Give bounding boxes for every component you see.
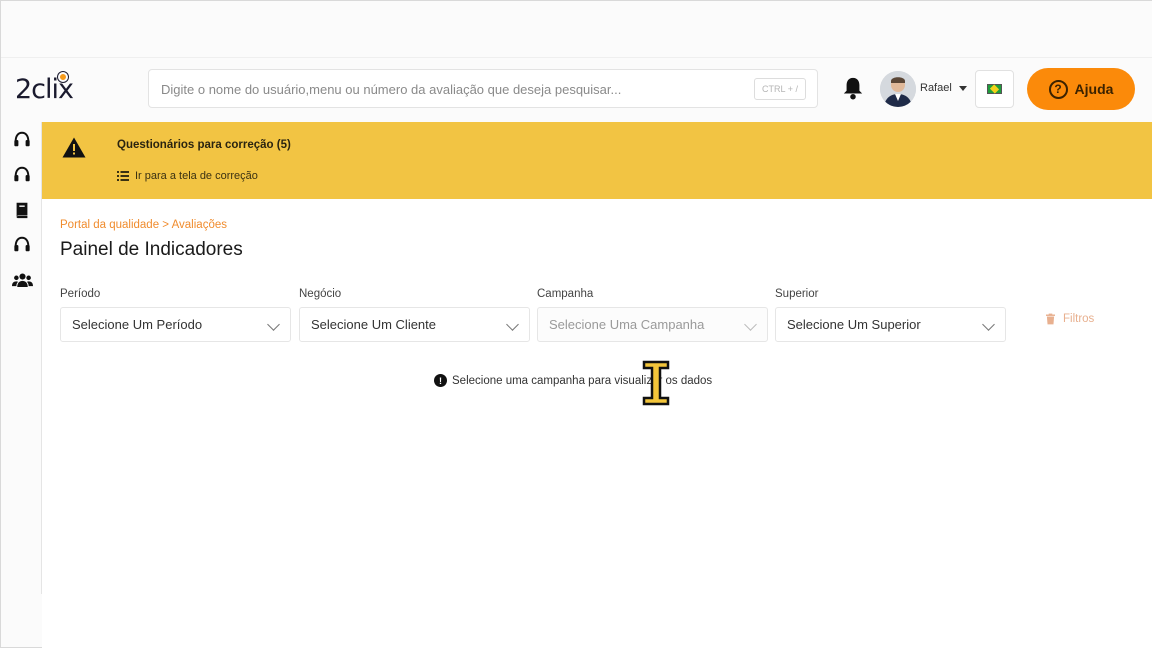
period-select[interactable]: Selecione Um Período	[60, 307, 291, 342]
sidebar-item-headset-icon[interactable]	[13, 236, 31, 254]
sidebar-item-headset-icon[interactable]	[13, 166, 31, 184]
list-icon	[117, 171, 129, 181]
top-strip	[1, 1, 1152, 58]
filters-label: Filtros	[1063, 313, 1095, 325]
campaign-select-value: Selecione Uma Campanha	[549, 317, 705, 332]
alert-link-label: Ir para a tela de correção	[135, 170, 258, 182]
avatar[interactable]	[880, 71, 916, 107]
filter-campaign-label: Campanha	[537, 288, 594, 300]
app-window: 2clix CTRL + / Rafael ?	[0, 0, 1152, 648]
language-selector[interactable]	[975, 70, 1014, 108]
alert-title: Questionários para correção (5)	[117, 139, 291, 151]
brazil-flag-icon	[987, 84, 1002, 94]
filter-superior: Superior Selecione Um Superior	[775, 288, 1006, 342]
filter-superior-label: Superior	[775, 288, 819, 300]
superior-select-value: Selecione Um Superior	[787, 317, 921, 332]
business-select[interactable]: Selecione Um Cliente	[299, 307, 530, 342]
trash-icon	[1046, 313, 1055, 325]
chevron-down-icon	[744, 318, 757, 331]
sidebar-item-headset-icon[interactable]	[13, 131, 31, 149]
period-select-value: Selecione Um Período	[72, 317, 203, 332]
notice-text: Selecione uma campanha para visualizar o…	[452, 374, 713, 387]
exclamation-icon: !	[434, 374, 447, 387]
text-cursor-icon	[642, 360, 670, 406]
filter-campaign: Campanha Selecione Uma Campanha	[537, 288, 768, 342]
superior-select[interactable]: Selecione Um Superior	[775, 307, 1006, 342]
sidebar-item-book-icon[interactable]	[13, 201, 31, 219]
campaign-select: Selecione Uma Campanha	[537, 307, 768, 342]
main-content: Portal da qualidade > Avaliações Painel …	[42, 199, 1152, 648]
question-icon: ?	[1048, 79, 1068, 99]
help-label: Ajuda	[1074, 81, 1114, 97]
sidebar	[1, 122, 42, 594]
user-caret-icon[interactable]	[959, 86, 967, 91]
logo[interactable]: 2clix	[15, 72, 85, 110]
filter-business: Negócio Selecione Um Cliente	[299, 288, 530, 342]
search-box: CTRL + /	[148, 69, 818, 108]
chevron-down-icon	[506, 318, 519, 331]
sidebar-item-users-icon[interactable]	[12, 271, 33, 289]
clear-filters-button[interactable]: Filtros	[1046, 313, 1094, 325]
page-title: Painel de Indicadores	[60, 239, 243, 260]
header: 2clix CTRL + / Rafael ?	[1, 58, 1152, 122]
logo-dot-icon	[58, 72, 68, 82]
warning-icon	[62, 137, 86, 158]
filter-period-label: Período	[60, 288, 101, 300]
business-select-value: Selecione Um Cliente	[311, 317, 437, 332]
filter-business-label: Negócio	[299, 288, 342, 300]
search-input[interactable]	[161, 79, 751, 99]
chevron-down-icon	[267, 318, 280, 331]
breadcrumb[interactable]: Portal da qualidade > Avaliações	[60, 219, 227, 231]
search-shortcut: CTRL + /	[754, 78, 806, 100]
help-button[interactable]: ? Ajuda	[1027, 68, 1135, 110]
chevron-down-icon	[982, 318, 995, 331]
correction-alert: Questionários para correção (5) Ir para …	[42, 122, 1152, 199]
user-name[interactable]: Rafael	[920, 82, 952, 94]
filter-period: Período Selecione Um Período	[60, 288, 291, 342]
go-to-correction-link[interactable]: Ir para a tela de correção	[117, 170, 258, 182]
bell-icon[interactable]	[842, 76, 864, 100]
